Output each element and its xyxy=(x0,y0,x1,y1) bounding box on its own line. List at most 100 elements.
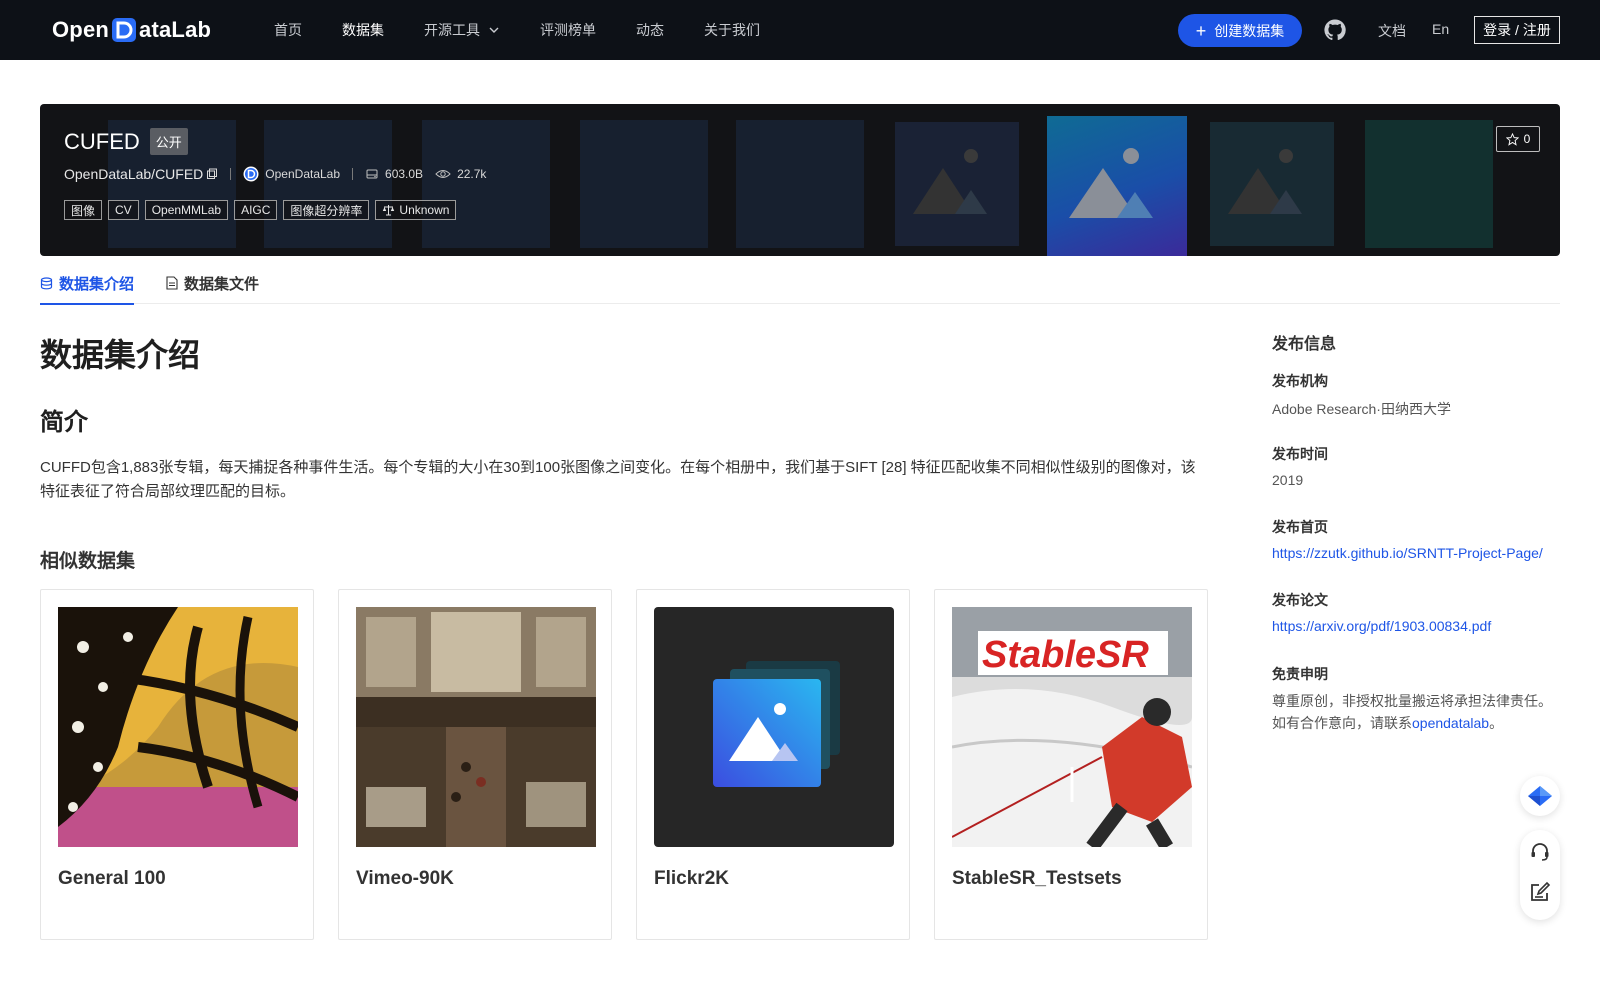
dataset-title-row: CUFED 公开 xyxy=(64,128,188,155)
logo[interactable]: Open ataLab xyxy=(52,14,211,46)
nav-about[interactable]: 关于我们 xyxy=(704,20,760,40)
nav-datasets[interactable]: 数据集 xyxy=(342,20,384,40)
image-placeholder-icon xyxy=(713,661,840,787)
tag[interactable]: AIGC xyxy=(234,200,278,220)
disclaimer-text: 尊重原创，非授权批量搬运将承担法律责任。 如有合作意向，请联系opendatal… xyxy=(1272,690,1562,734)
tab-files-label: 数据集文件 xyxy=(184,275,260,293)
image-placeholder-icon xyxy=(1228,149,1302,214)
dataset-views: 22.7k xyxy=(435,167,486,181)
card-title: Flickr2K xyxy=(654,868,729,889)
tag[interactable]: CV xyxy=(108,200,139,220)
scale-icon xyxy=(383,205,395,216)
repo-path-text: OpenDataLab/CUFED xyxy=(64,166,204,182)
card-thumbnail xyxy=(356,607,596,847)
publisher-label: 发布机构 xyxy=(1272,373,1328,389)
disk-icon xyxy=(366,169,378,179)
dataset-size-value: 603.0B xyxy=(385,167,424,181)
publisher-value: Adobe Research·田纳西大学 xyxy=(1272,401,1451,417)
license-tag[interactable]: Unknown xyxy=(375,200,457,220)
card-thumbnail: StableSR xyxy=(952,607,1192,847)
intro-text: CUFFD包含1,883张专辑，每天捕捉各种事件生活。每个专辑的大小在30到10… xyxy=(40,459,1196,500)
release-time-value: 2019 xyxy=(1272,472,1304,488)
divider xyxy=(230,168,232,180)
dataset-name: CUFED xyxy=(64,128,140,154)
create-dataset-label: 创建数据集 xyxy=(1214,22,1285,39)
org-name: OpenDataLab xyxy=(265,167,341,181)
create-dataset-button[interactable]: + 创建数据集 xyxy=(1178,14,1302,47)
tab-introduction[interactable]: 数据集介绍 xyxy=(40,262,135,305)
star-count: 0 xyxy=(1523,132,1531,146)
card-title: General 100 xyxy=(58,868,166,889)
divider xyxy=(352,168,354,180)
ai-assistant-button[interactable] xyxy=(1520,776,1560,816)
card-thumbnail xyxy=(58,607,298,847)
intro-heading: 简介 xyxy=(40,409,88,436)
plus-icon: + xyxy=(1195,20,1207,41)
headset-icon[interactable] xyxy=(1528,840,1552,864)
file-icon xyxy=(166,276,178,290)
tab-bar: 数据集介绍 数据集文件 xyxy=(40,262,1560,305)
release-info-heading: 发布信息 xyxy=(1272,336,1337,353)
card-title: StableSR_Testsets xyxy=(952,868,1122,889)
image-placeholder-icon xyxy=(913,149,987,214)
page-title: 数据集介绍 xyxy=(40,337,201,373)
banner-tile xyxy=(736,120,864,248)
banner-tile xyxy=(264,120,392,248)
org-link[interactable]: OpenDataLab xyxy=(243,166,340,182)
floating-toolbar xyxy=(1520,830,1560,920)
eye-icon xyxy=(435,170,451,178)
top-navbar: Open ataLab 首页 数据集 开源工具 评测榜单 动态 关于我们 + 创… xyxy=(0,0,1600,60)
paper-link[interactable]: https://arxiv.org/pdf/1903.00834.pdf xyxy=(1272,618,1491,634)
tab-introduction-label: 数据集介绍 xyxy=(59,275,135,293)
tag[interactable]: 图像 xyxy=(64,200,103,220)
contact-link[interactable]: opendatalab xyxy=(1412,715,1489,731)
similar-heading: 相似数据集 xyxy=(40,551,136,572)
feedback-icon[interactable] xyxy=(1528,880,1552,904)
dataset-size: 603.0B xyxy=(365,167,423,181)
disclaimer-suffix: 。 xyxy=(1489,715,1504,731)
nav-tools[interactable]: 开源工具 xyxy=(424,20,500,40)
logo-text-right: ataLab xyxy=(139,17,212,42)
nav-tools-label: 开源工具 xyxy=(424,22,480,38)
market-image xyxy=(356,607,596,847)
disclaimer-prefix: 如有合作意向，请联系 xyxy=(1272,715,1412,731)
similar-dataset-card[interactable]: Flickr2K xyxy=(636,589,910,940)
similar-dataset-card[interactable]: Vimeo-90K xyxy=(338,589,612,940)
copy-icon[interactable] xyxy=(206,168,218,180)
stablesr-image: StableSR xyxy=(952,607,1192,847)
nav-home[interactable]: 首页 xyxy=(274,20,302,40)
tag[interactable]: OpenMMLab xyxy=(144,200,229,220)
language-switch[interactable]: En xyxy=(1432,21,1449,37)
similar-dataset-card[interactable]: General 100 xyxy=(40,589,314,940)
logo-text-left: Open xyxy=(52,17,110,42)
disclaimer-line: 如有合作意向，请联系opendatalab。 xyxy=(1272,712,1562,734)
butterfly-image xyxy=(58,607,298,847)
homepage-link[interactable]: https://zzutk.github.io/SRNTT-Project-Pa… xyxy=(1272,545,1543,561)
dataset-banner: CUFED 公开 OpenDataLab/CUFED OpenDataLab 6… xyxy=(40,104,1560,256)
nav-docs[interactable]: 文档 xyxy=(1378,21,1406,41)
banner-tile-highlight xyxy=(1047,116,1187,256)
org-avatar-icon xyxy=(243,166,259,182)
disclaimer-line: 尊重原创，非授权批量搬运将承担法律责任。 xyxy=(1272,693,1552,709)
nav-leaderboard[interactable]: 评测榜单 xyxy=(540,20,596,40)
release-time-label: 发布时间 xyxy=(1272,446,1328,462)
login-register-button[interactable]: 登录 / 注册 xyxy=(1474,16,1560,44)
image-placeholder-icon xyxy=(1069,148,1153,218)
github-icon[interactable] xyxy=(1323,18,1347,42)
banner-tile xyxy=(1210,122,1334,246)
similar-dataset-card[interactable]: StableSR StableSR_Testsets xyxy=(934,589,1208,940)
card-thumbnail xyxy=(654,607,894,847)
star-button[interactable]: 0 xyxy=(1496,126,1540,152)
dataset-meta: OpenDataLab/CUFED OpenDataLab 603.0B 22.… xyxy=(64,166,486,182)
card-title: Vimeo-90K xyxy=(356,868,454,889)
tag[interactable]: 图像超分辨率 xyxy=(283,200,370,220)
nav-news[interactable]: 动态 xyxy=(636,20,664,40)
chevron-down-icon xyxy=(489,27,499,33)
visibility-badge: 公开 xyxy=(149,128,188,155)
similar-dataset-list: General 100 Vimeo-90K Flickr2K StableSR … xyxy=(40,589,1232,940)
paper-label: 发布论文 xyxy=(1272,592,1328,608)
nav-links: 首页 数据集 开源工具 评测榜单 动态 关于我们 xyxy=(274,0,800,60)
banner-tile xyxy=(422,120,550,248)
tab-files[interactable]: 数据集文件 xyxy=(166,262,259,304)
banner-tile xyxy=(580,120,708,248)
